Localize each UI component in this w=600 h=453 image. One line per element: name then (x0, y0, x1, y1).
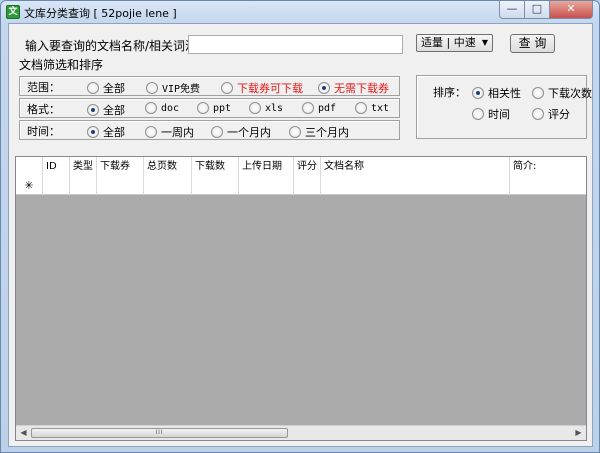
format-option-doc[interactable]: doc (145, 102, 179, 114)
table-cell[interactable] (321, 178, 510, 195)
radio-icon (145, 126, 157, 138)
format-option-all[interactable]: 全部 (87, 102, 125, 118)
chevron-down-icon: ▼ (481, 38, 488, 47)
scope-option-vip-free[interactable]: VIP免费 (146, 80, 200, 95)
app-icon: 文 (6, 5, 20, 19)
maximize-button[interactable]: □ (525, 1, 550, 19)
scroll-left-icon[interactable]: ◀ (16, 426, 31, 440)
time-label: 时间： (27, 125, 60, 138)
radio-icon (532, 108, 544, 120)
scrollbar-thumb[interactable]: III (31, 428, 288, 438)
radio-icon (211, 126, 223, 138)
horizontal-scrollbar[interactable]: ◀ III ▶ (16, 425, 586, 440)
radio-icon (197, 102, 209, 114)
radio-icon (221, 82, 233, 94)
window-title: 文库分类查询 [ 52pojie lene ] (24, 7, 177, 20)
column-header-pages[interactable]: 总页数 (144, 157, 192, 178)
sort-option-downloads[interactable]: 下载次数 (532, 85, 592, 101)
column-header-rating[interactable]: 评分 (294, 157, 321, 178)
table-header: ID 类型 下载券 总页数 下载数 上传日期 评分 文档名称 简介: (16, 157, 586, 178)
radio-selected-icon (87, 126, 99, 138)
search-prompt-label: 输入要查询的文档名称/相关词汇： (25, 39, 210, 53)
column-header-summary[interactable]: 简介: (510, 157, 586, 178)
sort-label: 排序： (433, 86, 466, 99)
radio-icon (532, 87, 544, 99)
radio-icon (249, 102, 261, 114)
table-row-new[interactable]: ✳ (16, 178, 586, 195)
time-option-month[interactable]: 一个月内 (211, 124, 271, 140)
speed-select-value: 适量 | 中速 (421, 36, 476, 49)
results-table[interactable]: ID 类型 下载券 总页数 下载数 上传日期 评分 文档名称 简介: ✳ ◀ I… (15, 156, 587, 441)
column-header-id[interactable]: ID (43, 157, 70, 178)
time-option-week[interactable]: 一周内 (145, 124, 194, 140)
column-header-type[interactable]: 类型 (70, 157, 97, 178)
column-header-doc-name[interactable]: 文档名称 (321, 157, 510, 178)
format-option-ppt[interactable]: ppt (197, 102, 231, 114)
radio-icon (355, 102, 367, 114)
table-cell[interactable] (510, 178, 586, 195)
scope-option-no-coupon[interactable]: 无需下载券 (318, 80, 389, 96)
app-window: 文 文库分类查询 [ 52pojie lene ] — □ ✕ 输入要查询的文档… (0, 0, 600, 453)
client-area: 输入要查询的文档名称/相关词汇： 适量 | 中速 ▼ 查 询 文档筛选和排序 范… (8, 23, 593, 447)
scope-label: 范围： (27, 81, 60, 94)
row-header-corner[interactable] (16, 157, 43, 178)
scope-option-all[interactable]: 全部 (87, 80, 125, 96)
radio-icon (145, 102, 157, 114)
sort-option-rating[interactable]: 评分 (532, 106, 570, 122)
sort-option-time[interactable]: 时间 (472, 106, 510, 122)
format-option-txt[interactable]: txt (355, 102, 389, 114)
column-header-upload-date[interactable]: 上传日期 (239, 157, 294, 178)
new-row-marker-icon: ✳ (16, 178, 43, 195)
time-option-all[interactable]: 全部 (87, 124, 125, 140)
radio-icon (472, 108, 484, 120)
table-cell[interactable] (97, 178, 144, 195)
query-button[interactable]: 查 询 (510, 34, 555, 53)
table-cell[interactable] (192, 178, 239, 195)
speed-select[interactable]: 适量 | 中速 ▼ (416, 34, 493, 52)
radio-icon (87, 82, 99, 94)
minimize-button[interactable]: — (499, 1, 525, 19)
title-bar[interactable]: 文 文库分类查询 [ 52pojie lene ] — □ ✕ (1, 1, 599, 23)
format-label: 格式： (27, 103, 60, 116)
format-option-pdf[interactable]: pdf (302, 102, 336, 114)
table-cell[interactable] (294, 178, 321, 195)
window-controls: — □ ✕ (499, 1, 593, 19)
radio-selected-icon (318, 82, 330, 94)
column-header-coupon[interactable]: 下载券 (97, 157, 144, 178)
table-cell[interactable] (70, 178, 97, 195)
scroll-right-icon[interactable]: ▶ (571, 426, 586, 440)
radio-selected-icon (472, 87, 484, 99)
sort-option-relevance[interactable]: 相关性 (472, 85, 521, 101)
table-cell[interactable] (144, 178, 192, 195)
table-cell[interactable] (239, 178, 294, 195)
radio-selected-icon (87, 104, 99, 116)
scope-option-coupon[interactable]: 下载券可下载 (221, 80, 303, 96)
filter-section-title: 文档筛选和排序 (19, 58, 104, 72)
format-option-xls[interactable]: xls (249, 102, 283, 114)
search-input[interactable] (188, 35, 403, 54)
column-header-downloads[interactable]: 下载数 (192, 157, 239, 178)
time-option-three-months[interactable]: 三个月内 (289, 124, 349, 140)
radio-icon (289, 126, 301, 138)
table-cell[interactable] (43, 178, 70, 195)
radio-icon (146, 81, 158, 94)
radio-icon (302, 102, 314, 114)
close-button[interactable]: ✕ (550, 1, 593, 19)
